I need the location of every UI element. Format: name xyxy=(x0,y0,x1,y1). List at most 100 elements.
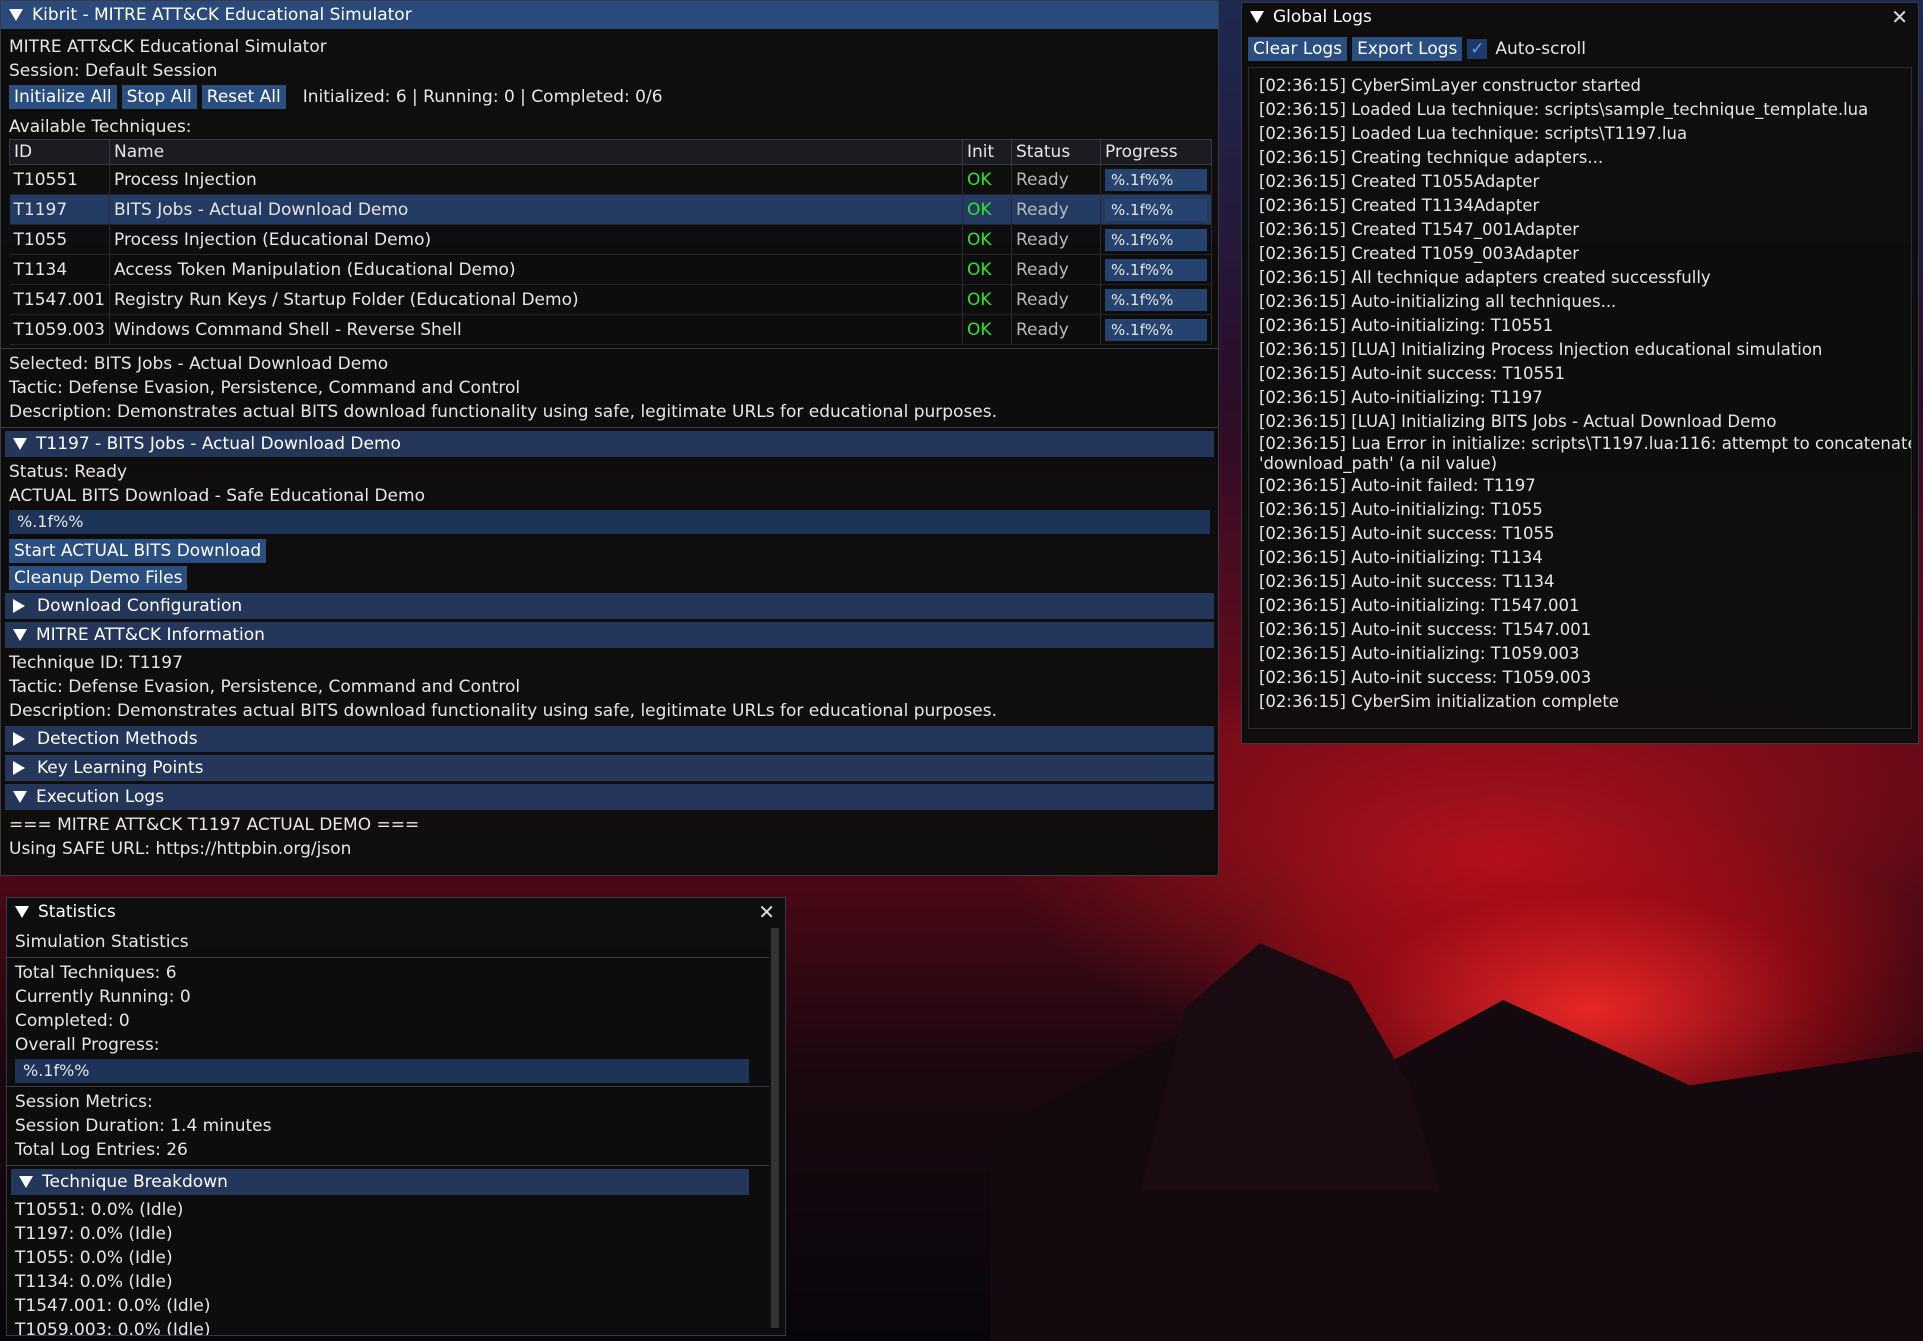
currently-running: Currently Running: 0 xyxy=(15,987,191,1007)
detail-progress-bar: %.1f%% xyxy=(9,510,1210,534)
row-name: Process Injection (Educational Demo) xyxy=(109,224,963,255)
technique-id: Technique ID: T1197 xyxy=(9,653,183,673)
reset-all-button[interactable]: Reset All xyxy=(201,85,286,109)
log-entry: [02:36:15] Creating technique adapters..… xyxy=(1259,148,1604,167)
table-row[interactable]: T1059.003 Windows Command Shell - Revers… xyxy=(9,314,1212,345)
close-icon[interactable]: ✕ xyxy=(1891,7,1908,27)
row-status: Ready xyxy=(1011,284,1101,315)
key-learning-points-header[interactable]: Key Learning Points xyxy=(5,755,1214,781)
log-entry-continuation: 'download_path' (a nil value) xyxy=(1259,454,1498,473)
divider xyxy=(7,957,769,958)
cleanup-demo-files-button[interactable]: Cleanup Demo Files xyxy=(9,566,188,590)
execution-logs-title: Execution Logs xyxy=(36,787,165,807)
row-progress-bar: %.1f%% xyxy=(1105,168,1207,191)
row-progress: %.1f%% xyxy=(1100,194,1212,225)
key-learning-points-title: Key Learning Points xyxy=(37,758,204,778)
start-bits-download-button[interactable]: Start ACTUAL BITS Download xyxy=(9,539,267,563)
exec-log-line: Using SAFE URL: https://httpbin.org/json xyxy=(9,839,352,859)
table-row[interactable]: T10551 Process Injection OK Ready %.1f%% xyxy=(9,164,1212,195)
statistics-titlebar[interactable]: Statistics ✕ xyxy=(7,898,785,926)
row-id: T1055 xyxy=(9,224,110,255)
table-row-selected[interactable]: T1197 BITS Jobs - Actual Download Demo O… xyxy=(9,194,1212,225)
info-tactic: Tactic: Defense Evasion, Persistence, Co… xyxy=(9,677,521,697)
global-logs-titlebar[interactable]: Global Logs ✕ xyxy=(1242,3,1918,31)
autoscroll-label: Auto-scroll xyxy=(1495,39,1586,59)
log-entry: [02:36:15] Auto-initializing: T1055 xyxy=(1259,500,1543,519)
row-progress-bar: %.1f%% xyxy=(1105,198,1207,221)
table-header-row: ID Name Init Status Progress xyxy=(9,139,1212,165)
main-toolbar: Initialize All Stop All Reset All Initia… xyxy=(1,83,1218,111)
row-progress: %.1f%% xyxy=(1100,224,1212,255)
log-entry: [02:36:15] Auto-init success: T1055 xyxy=(1259,524,1555,543)
close-icon[interactable]: ✕ xyxy=(758,902,775,922)
row-id: T1059.003 xyxy=(9,314,110,345)
techniques-table: ID Name Init Status Progress T10551 Proc… xyxy=(9,139,1212,345)
header-id[interactable]: ID xyxy=(9,139,110,165)
collapsed-triangle-icon xyxy=(13,732,25,746)
expanded-triangle-icon xyxy=(13,438,27,450)
statistics-window: Statistics ✕ Simulation Statistics Total… xyxy=(6,897,786,1336)
divider xyxy=(1,348,1218,349)
breakdown-item: T1134: 0.0% (Idle) xyxy=(15,1272,173,1292)
row-progress-bar: %.1f%% xyxy=(1105,318,1207,341)
background-rock xyxy=(1140,943,1440,1190)
log-entry: [02:36:15] Auto-init failed: T1197 xyxy=(1259,476,1536,495)
breakdown-item: T1547.001: 0.0% (Idle) xyxy=(15,1296,211,1316)
row-init: OK xyxy=(962,254,1012,285)
log-entry: [02:36:15] Auto-init success: T1134 xyxy=(1259,572,1555,591)
table-row[interactable]: T1547.001 Registry Run Keys / Startup Fo… xyxy=(9,284,1212,315)
initialize-all-button[interactable]: Initialize All xyxy=(9,85,117,109)
row-init: OK xyxy=(962,194,1012,225)
info-description: Description: Demonstrates actual BITS do… xyxy=(9,701,998,721)
export-logs-button[interactable]: Export Logs xyxy=(1352,37,1463,61)
detection-methods-header[interactable]: Detection Methods xyxy=(5,726,1214,752)
global-logs-toolbar: Clear Logs Export Logs ✓ Auto-scroll xyxy=(1242,31,1918,67)
session-label: Session: Default Session xyxy=(9,61,218,81)
row-init: OK xyxy=(962,314,1012,345)
download-configuration-header[interactable]: Download Configuration xyxy=(5,593,1214,619)
statistics-scrollbar[interactable] xyxy=(771,928,779,1328)
row-progress-bar: %.1f%% xyxy=(1105,258,1207,281)
table-row[interactable]: T1055 Process Injection (Educational Dem… xyxy=(9,224,1212,255)
stop-all-button[interactable]: Stop All xyxy=(121,85,197,109)
log-entry: [02:36:15] Created T1059_003Adapter xyxy=(1259,244,1580,263)
total-log-entries: Total Log Entries: 26 xyxy=(15,1140,188,1160)
collapse-triangle-icon[interactable] xyxy=(15,906,29,918)
collapse-triangle-icon[interactable] xyxy=(1250,11,1264,23)
header-init[interactable]: Init xyxy=(962,139,1012,165)
row-init: OK xyxy=(962,284,1012,315)
app-name: MITRE ATT&CK Educational Simulator xyxy=(9,37,327,57)
row-init: OK xyxy=(962,164,1012,195)
divider xyxy=(7,1165,769,1166)
main-window-titlebar[interactable]: Kibrit - MITRE ATT&CK Educational Simula… xyxy=(1,1,1218,29)
overall-progress-bar: %.1f%% xyxy=(15,1059,749,1083)
execution-logs-header[interactable]: Execution Logs xyxy=(5,784,1214,810)
log-entry: [02:36:15] Lua Error in initialize: scri… xyxy=(1259,434,1912,453)
log-entry: [02:36:15] Auto-initializing: T1134 xyxy=(1259,548,1543,567)
breakdown-item: T1055: 0.0% (Idle) xyxy=(15,1248,173,1268)
breakdown-item: T10551: 0.0% (Idle) xyxy=(15,1200,184,1220)
header-name[interactable]: Name xyxy=(109,139,963,165)
breakdown-item: T1197: 0.0% (Idle) xyxy=(15,1224,173,1244)
autoscroll-checkbox[interactable]: ✓ xyxy=(1467,39,1488,59)
clear-logs-button[interactable]: Clear Logs xyxy=(1248,37,1348,61)
log-entry: [02:36:15] Auto-initializing all techniq… xyxy=(1259,292,1617,311)
session-metrics-label: Session Metrics: xyxy=(15,1092,153,1112)
header-progress[interactable]: Progress xyxy=(1100,139,1212,165)
available-techniques-label: Available Techniques: xyxy=(9,117,192,137)
mitre-info-header[interactable]: MITRE ATT&CK Information xyxy=(5,622,1214,648)
log-entry: [02:36:15] Created T1134Adapter xyxy=(1259,196,1540,215)
collapse-triangle-icon[interactable] xyxy=(9,9,23,21)
expanded-triangle-icon xyxy=(13,791,27,803)
row-name: Process Injection xyxy=(109,164,963,195)
log-entry: [02:36:15] Auto-init success: T10551 xyxy=(1259,364,1566,383)
technique-detail-header[interactable]: T1197 - BITS Jobs - Actual Download Demo xyxy=(5,431,1214,457)
row-status: Ready xyxy=(1011,194,1101,225)
status-summary: Initialized: 6 | Running: 0 | Completed:… xyxy=(302,87,663,107)
expanded-triangle-icon xyxy=(13,629,27,641)
technique-breakdown-header[interactable]: Technique Breakdown xyxy=(11,1169,749,1195)
header-status[interactable]: Status xyxy=(1011,139,1101,165)
detail-subtitle: ACTUAL BITS Download - Safe Educational … xyxy=(9,486,425,506)
technique-breakdown-title: Technique Breakdown xyxy=(42,1172,228,1192)
table-row[interactable]: T1134 Access Token Manipulation (Educati… xyxy=(9,254,1212,285)
